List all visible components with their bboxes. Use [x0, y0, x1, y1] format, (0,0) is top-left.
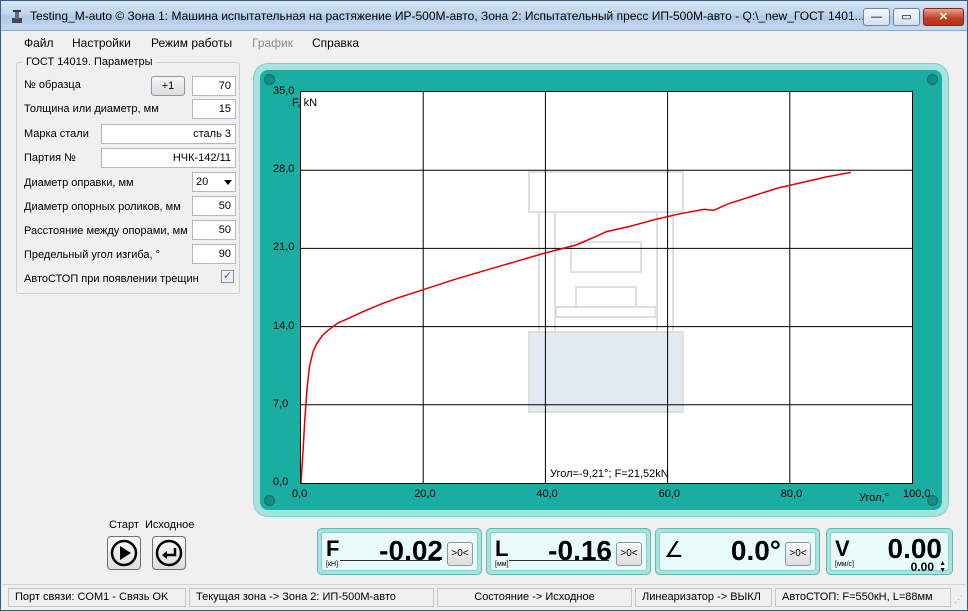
steel-grade-label: Марка стали [24, 128, 89, 140]
batch-field[interactable]: НЧК-142/11 [101, 148, 236, 168]
app-window: Testing_M-auto © Зона 1: Машина испытате… [0, 0, 968, 611]
start-label: Старт [109, 519, 139, 531]
rollers-diameter-field[interactable]: 50 [192, 196, 236, 216]
menu-graph[interactable]: График [252, 36, 293, 50]
x-tick-label: 100,0 [903, 488, 931, 500]
chevron-down-icon [224, 180, 232, 185]
batch-label: Партия № [24, 152, 76, 164]
x-tick-label: 40,0 [536, 488, 558, 500]
y-tick-label: 28,0 [273, 163, 295, 176]
force-symbol: F [326, 536, 340, 561]
reset-label: Исходное [145, 519, 195, 531]
maximize-button[interactable]: ▭ [893, 8, 920, 26]
status-zone: Текущая зона -> Зона 2: ИП-500М-авто [189, 588, 434, 607]
autostop-label: АвтоСТОП при появлении трещин [24, 273, 199, 285]
app-icon [12, 10, 22, 23]
mandrel-diameter-select[interactable]: 20 [192, 172, 236, 192]
menu-help[interactable]: Справка [312, 36, 359, 50]
status-autostop: АвтоСТОП: F=550кН, L=88мм [775, 588, 951, 607]
force-scale [340, 560, 440, 566]
status-state: Состояние -> Исходное [437, 588, 632, 607]
angle-indicator: ∠ 0.0° >0< [655, 528, 820, 575]
force-indicator: F [кН] -0.02 >0< [317, 528, 482, 575]
chart-plot-area[interactable] [300, 91, 913, 484]
checkmark-icon: ✓ [222, 270, 233, 282]
length-unit: [мм] [495, 561, 509, 568]
y-tick-label: 21,0 [273, 241, 295, 254]
force-curve [301, 171, 852, 483]
steel-grade-field[interactable]: сталь 3 [101, 124, 236, 144]
support-distance-field[interactable]: 50 [192, 220, 236, 240]
autostop-checkbox[interactable]: ✓ [221, 270, 234, 283]
rollers-diameter-label: Диаметр опорных роликов, мм [24, 201, 181, 213]
velocity-unit: [мм/с] [835, 561, 854, 568]
thickness-label: Толщина или диаметр, мм [24, 103, 159, 115]
chart-annotation: Угол=-9,21°; F=21,52kN [550, 468, 669, 480]
y-axis-label: F, kN [292, 97, 318, 109]
y-tick-label: 0,0 [273, 476, 289, 488]
y-tick-label: 7,0 [273, 397, 289, 410]
x-tick-label: 20,0 [414, 488, 436, 500]
screw-icon [927, 74, 938, 85]
angle-value: 0.0° [730, 535, 781, 566]
thickness-field[interactable]: 15 [192, 99, 236, 119]
sample-number-label: № образца [24, 79, 81, 91]
angle-zero-button[interactable]: >0< [785, 542, 811, 566]
length-zero-button[interactable]: >0< [616, 542, 642, 566]
y-tick-label: 35,0 [273, 85, 295, 97]
force-angle-chart [301, 92, 912, 483]
title-bar: Testing_M-auto © Зона 1: Машина испытате… [1, 1, 967, 31]
velocity-indicator: V [мм/с] 0.00 0.00 ▲ ▼ [826, 528, 953, 575]
length-indicator: L [мм] -0.16 >0< [486, 528, 651, 575]
force-unit: [кН] [326, 561, 339, 568]
bend-angle-label: Предельный угол изгиба, ° [24, 249, 161, 261]
angle-icon: ∠ [664, 537, 684, 562]
resize-grip-icon[interactable]: ⋰ [954, 594, 963, 605]
parameters-group-title: ГОСТ 14019. Параметры [23, 56, 156, 68]
x-tick-label: 60,0 [658, 488, 681, 500]
minimize-button[interactable]: — [863, 8, 890, 26]
force-zero-button[interactable]: >0< [447, 542, 473, 566]
status-port: Порт связи: COM1 - Связь OK [8, 588, 186, 607]
velocity-symbol: V [835, 536, 850, 561]
menu-file[interactable]: Файл [24, 36, 54, 50]
x-axis-label: Угол,° [859, 492, 890, 504]
support-distance-label: Расстояние между опорами, мм [24, 225, 188, 237]
mandrel-diameter-label: Диаметр оправки, мм [24, 177, 134, 189]
menu-mode[interactable]: Режим работы [151, 36, 232, 50]
sample-number-field[interactable]: 70 [192, 76, 236, 96]
increment-sample-button[interactable]: +1 [151, 76, 185, 96]
start-button[interactable] [107, 536, 141, 570]
screw-icon [264, 74, 275, 85]
status-linearizer: Линеаризатор -> ВЫКЛ [635, 588, 772, 607]
close-button[interactable]: ✕ [923, 8, 964, 26]
spin-buttons[interactable]: ▲ ▼ [939, 560, 946, 574]
window-title: Testing_M-auto © Зона 1: Машина испытате… [30, 9, 865, 23]
y-tick-label: 14,0 [273, 319, 295, 332]
mandrel-diameter-value: 20 [196, 176, 209, 188]
velocity-setpoint[interactable]: 0.00 [911, 560, 934, 574]
reset-button[interactable] [152, 536, 186, 570]
x-tick-label: 0,0 [292, 488, 308, 500]
menu-settings[interactable]: Настройки [72, 36, 131, 50]
screw-icon [264, 495, 275, 506]
return-icon [155, 539, 183, 567]
play-icon [110, 539, 138, 567]
zipo-watermark [528, 171, 684, 413]
parameters-group: ГОСТ 14019. Параметры № образца +1 70 То… [16, 56, 240, 294]
x-tick-label: 80,0 [780, 488, 803, 500]
status-bar: Порт связи: COM1 - Связь OK Текущая зона… [2, 584, 966, 610]
length-symbol: L [495, 536, 509, 561]
length-scale [509, 560, 609, 566]
bend-angle-field[interactable]: 90 [192, 244, 236, 264]
menu-bar: Файл Настройки Режим работы График Справ… [2, 32, 966, 54]
